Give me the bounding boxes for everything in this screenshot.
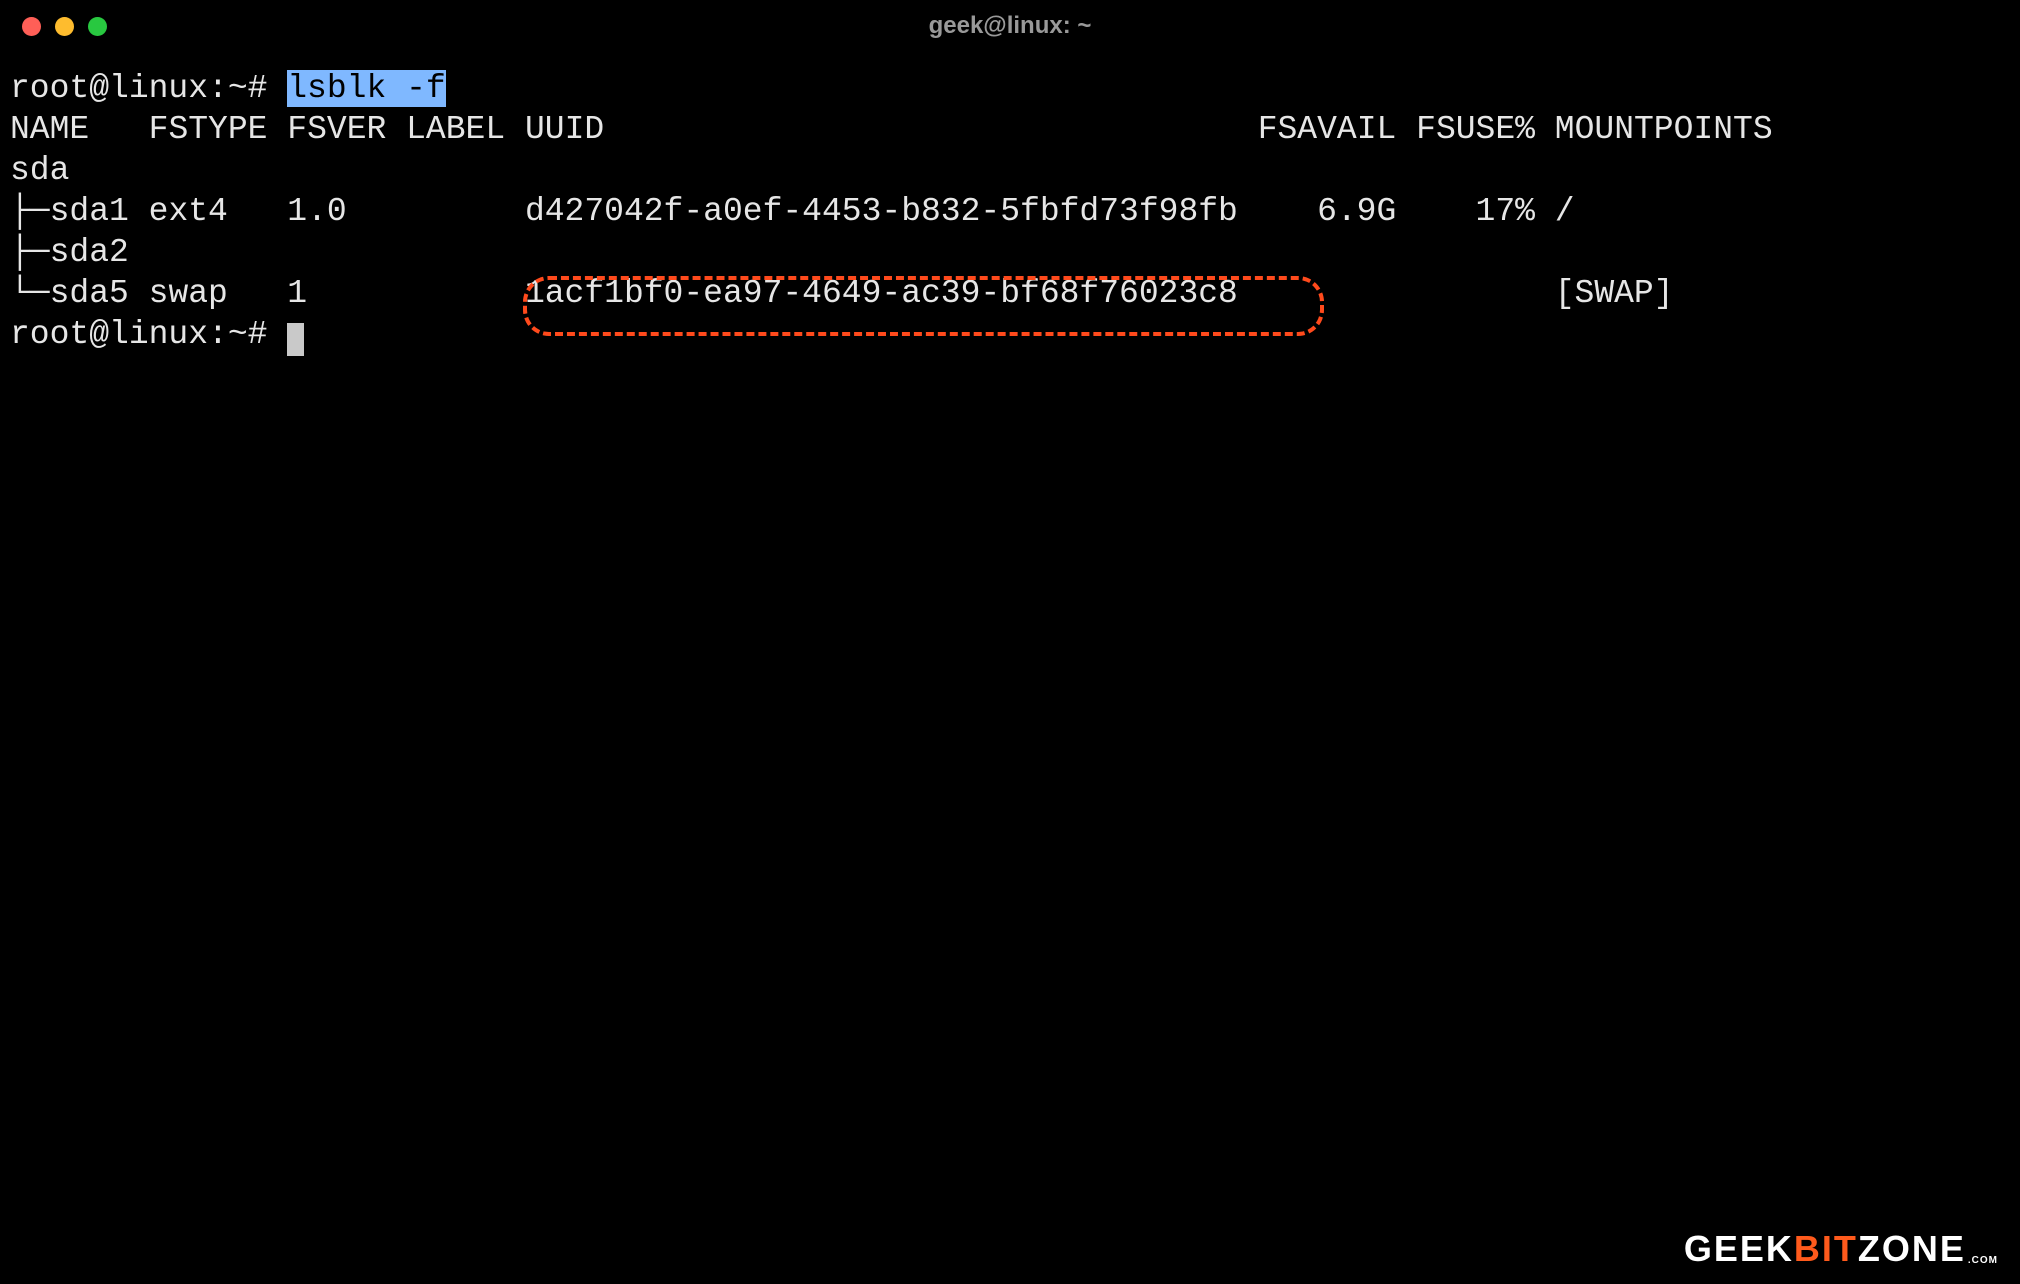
watermark-logo: GEEKBITZONE.COM — [1684, 1228, 1998, 1270]
entered-command: lsblk -f — [287, 70, 445, 107]
cell-name: ├─sda1 — [10, 193, 129, 230]
cell-fsver: 1 — [287, 275, 307, 312]
col-fsavail: FSAVAIL — [1258, 111, 1397, 148]
device-row-sda1: ├─sda1 ext4 1.0 d427042f-a0ef-4453-b832-… — [10, 193, 1575, 230]
cell-uuid: d427042f-a0ef-4453-b832-5fbfd73f98fb — [525, 193, 1238, 230]
titlebar: geek@linux: ~ — [0, 0, 2020, 52]
cell-fsuse: 17% — [1476, 193, 1535, 230]
col-uuid: UUID — [525, 111, 604, 148]
watermark-part1: GEEK — [1684, 1228, 1794, 1270]
cell-mountpoints: / — [1555, 193, 1575, 230]
cell-name: └─sda5 — [10, 275, 129, 312]
cell-uuid: 1acf1bf0-ea97-4649-ac39-bf68f76023c8 — [525, 275, 1238, 312]
cell-fstype: ext4 — [149, 193, 228, 230]
prompt: root@linux:~# — [10, 316, 287, 353]
cursor-icon — [287, 323, 304, 356]
terminal-output[interactable]: root@linux:~# lsblk -f NAME FSTYPE FSVER… — [0, 52, 2020, 437]
col-label: LABEL — [406, 111, 505, 148]
cell-fstype: swap — [149, 275, 228, 312]
col-fsuse: FSUSE% — [1416, 111, 1535, 148]
cell-fsver: 1.0 — [287, 193, 346, 230]
col-name: NAME — [10, 111, 89, 148]
col-fstype: FSTYPE — [149, 111, 268, 148]
device-row-sda2: ├─sda2 — [10, 234, 129, 271]
watermark-part3: ZONE — [1858, 1228, 1966, 1270]
cell-mountpoints: [SWAP] — [1555, 275, 1674, 312]
cell-fsavail: 6.9G — [1317, 193, 1396, 230]
prompt: root@linux:~# — [10, 70, 287, 107]
device-row-sda: sda — [10, 152, 69, 189]
cell-name: ├─sda2 — [10, 234, 129, 271]
cell-name: sda — [10, 152, 69, 189]
window-title: geek@linux: ~ — [0, 12, 2020, 40]
device-row-sda5: └─sda5 swap 1 1acf1bf0-ea97-4649-ac39-bf… — [10, 275, 1674, 312]
col-mountpoints: MOUNTPOINTS — [1555, 111, 1773, 148]
col-fsver: FSVER — [287, 111, 386, 148]
watermark-part2: BIT — [1794, 1228, 1858, 1270]
header-row: NAME FSTYPE FSVER LABEL UUID FSAVAIL FSU… — [10, 111, 1773, 148]
watermark-suffix: .COM — [1968, 1255, 1998, 1266]
terminal-window: geek@linux: ~ root@linux:~# lsblk -f NAM… — [0, 0, 2020, 1284]
